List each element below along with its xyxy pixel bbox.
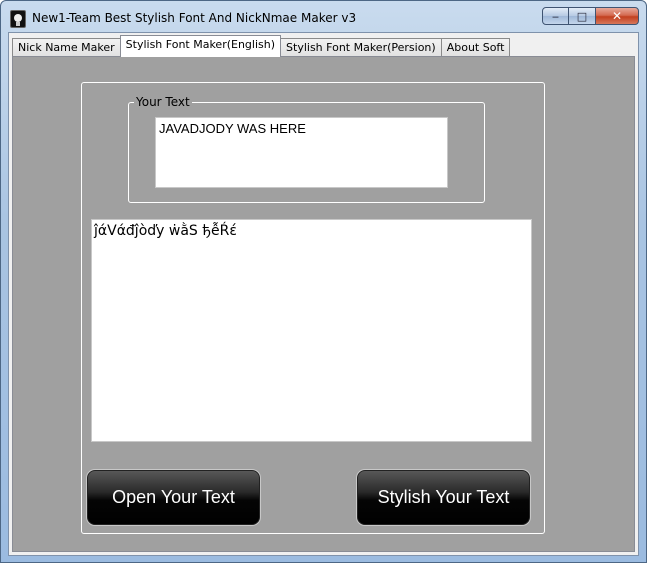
- your-text-input[interactable]: JAVADJODY WAS HERE: [155, 117, 448, 188]
- maximize-icon: □: [576, 9, 588, 23]
- maximize-button[interactable]: □: [569, 7, 595, 25]
- window-title: New1-Team Best Stylish Font And NickNmae…: [32, 11, 357, 25]
- app-window: New1-Team Best Stylish Font And NickNmae…: [0, 0, 647, 563]
- your-text-legend: Your Text: [134, 95, 192, 109]
- tab-stylish-font-english[interactable]: Stylish Font Maker(English): [119, 35, 282, 57]
- minimize-icon: ‒: [552, 9, 559, 23]
- tab-strip: Nick Name Maker Stylish Font Maker(Engli…: [12, 35, 511, 58]
- tab-nick-name-maker[interactable]: Nick Name Maker: [12, 38, 121, 58]
- stylish-output-text[interactable]: ĵάVάđĵòďy ẇằS ђễŔέ: [91, 219, 532, 442]
- close-icon: ✕: [611, 9, 623, 23]
- stylish-your-text-button[interactable]: Stylish Your Text: [356, 469, 531, 526]
- tab-stylish-font-persian[interactable]: Stylish Font Maker(Persion): [280, 38, 442, 58]
- caption-buttons: ‒ □ ✕: [542, 7, 639, 25]
- tab-about-soft[interactable]: About Soft: [440, 38, 511, 58]
- title-bar[interactable]: New1-Team Best Stylish Font And NickNmae…: [1, 1, 646, 33]
- tab-page-stylish-font-english: Your Text JAVADJODY WAS HERE ĵάVάđĵòďy ẇ…: [12, 56, 635, 552]
- open-your-text-button[interactable]: Open Your Text: [86, 469, 261, 526]
- close-button[interactable]: ✕: [595, 7, 639, 25]
- client-area: Nick Name Maker Stylish Font Maker(Engli…: [8, 32, 639, 556]
- skull-icon: [10, 10, 26, 28]
- minimize-button[interactable]: ‒: [542, 7, 569, 25]
